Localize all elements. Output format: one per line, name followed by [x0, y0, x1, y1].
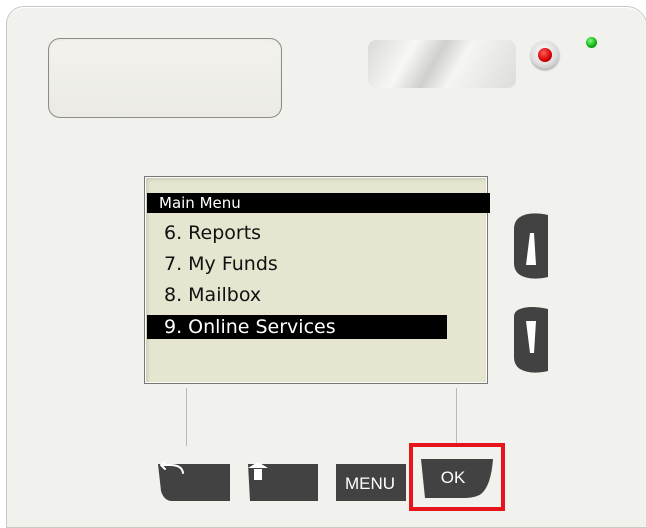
menu-button-label: MENU — [344, 474, 396, 493]
screen-title: Main Menu — [147, 193, 490, 213]
status-led — [586, 37, 597, 48]
lcd-screen: Main Menu 6. Reports 7. My Funds 8. Mail… — [144, 176, 490, 384]
scroll-up-button[interactable] — [512, 211, 548, 283]
connector-line — [456, 388, 457, 446]
power-button[interactable] — [531, 41, 559, 69]
back-button[interactable] — [158, 461, 230, 503]
back-arrow-icon — [160, 461, 184, 474]
menu-item-my-funds[interactable]: 7. My Funds — [147, 252, 278, 276]
menu-button[interactable]: MENU — [334, 461, 406, 503]
menu-item-reports[interactable]: 6. Reports — [147, 221, 261, 245]
ok-button-label: OK — [440, 468, 466, 487]
card-reader-window — [368, 40, 516, 88]
home-icon — [248, 462, 268, 480]
connector-line — [186, 388, 187, 446]
menu-item-mailbox[interactable]: 8. Mailbox — [147, 283, 261, 307]
ok-button[interactable]: OK — [421, 458, 493, 500]
menu-item-online-services[interactable]: 9. Online Services — [147, 315, 447, 339]
home-button[interactable] — [246, 461, 318, 503]
card-slot — [48, 38, 282, 118]
scroll-down-button[interactable] — [512, 303, 548, 375]
